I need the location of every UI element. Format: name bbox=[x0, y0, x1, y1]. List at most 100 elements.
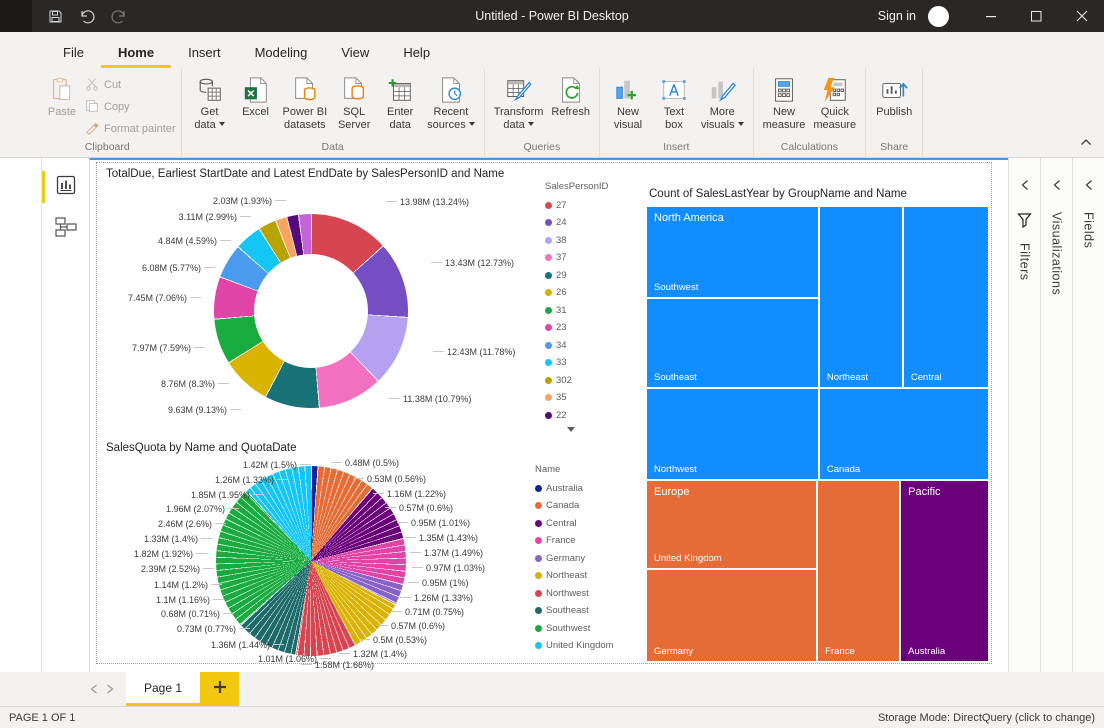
legend-item-34[interactable]: 34 bbox=[545, 339, 608, 351]
sql-server-button[interactable]: SQLServer bbox=[331, 73, 377, 132]
treemap-cell-australia[interactable]: PacificAustralia bbox=[900, 480, 989, 662]
enter-data-button[interactable]: Enterdata bbox=[377, 73, 423, 132]
legend-item-31[interactable]: 31 bbox=[545, 304, 608, 316]
data-label: 1.33M (1.4%) bbox=[144, 534, 212, 544]
treemap-cell-central[interactable]: Central bbox=[903, 206, 989, 388]
donut-chart[interactable] bbox=[214, 214, 408, 408]
save-icon[interactable] bbox=[48, 9, 63, 24]
new-measure-button[interactable]: Newmeasure bbox=[759, 73, 810, 132]
publish-button[interactable]: Publish bbox=[871, 73, 917, 119]
legend-item-united-kingdom[interactable]: United Kingdom bbox=[535, 640, 614, 652]
treemap-cell-united-kingdom[interactable]: EuropeUnited Kingdom bbox=[646, 480, 817, 569]
legend-item-27[interactable]: 27 bbox=[545, 199, 608, 211]
treemap-cell-southeast[interactable]: Southeast bbox=[646, 298, 819, 388]
expand-filters-icon[interactable] bbox=[1020, 178, 1030, 196]
filters-panel[interactable]: Filters bbox=[1008, 158, 1040, 672]
paste-button[interactable]: Paste bbox=[39, 73, 85, 119]
page-tab[interactable]: Page 1 bbox=[126, 672, 200, 706]
legend-item-central[interactable]: Central bbox=[535, 517, 614, 529]
group-label-insert: Insert bbox=[605, 140, 748, 157]
legend-item-australia[interactable]: Australia bbox=[535, 482, 614, 494]
visualizations-panel[interactable]: Visualizations bbox=[1040, 158, 1072, 672]
expand-visualizations-icon[interactable] bbox=[1052, 178, 1062, 196]
prev-page-button[interactable] bbox=[86, 672, 102, 706]
close-button[interactable] bbox=[1059, 0, 1104, 32]
treemap-cell-canada[interactable]: Canada bbox=[819, 388, 989, 480]
menu-tab-modeling[interactable]: Modeling bbox=[238, 37, 325, 68]
legend-label: Northeast bbox=[546, 570, 587, 581]
undo-icon[interactable] bbox=[79, 9, 95, 24]
text-box-button[interactable]: Textbox bbox=[651, 73, 697, 132]
legend-item-northwest[interactable]: Northwest bbox=[535, 587, 614, 599]
legend-item-germany[interactable]: Germany bbox=[535, 552, 614, 564]
treemap-cell-southwest[interactable]: North AmericaSouthwest bbox=[646, 206, 819, 298]
legend-dot bbox=[545, 412, 552, 419]
legend-item-33[interactable]: 33 bbox=[545, 357, 608, 369]
minimize-button[interactable] bbox=[969, 0, 1014, 32]
legend-dot bbox=[545, 202, 552, 209]
legend-dot bbox=[535, 502, 542, 509]
collapse-ribbon-icon[interactable] bbox=[1080, 133, 1092, 151]
legend-dot bbox=[545, 237, 552, 244]
add-page-button[interactable] bbox=[200, 672, 239, 706]
menu-tab-view[interactable]: View bbox=[324, 37, 386, 68]
legend-item-35[interactable]: 35 bbox=[545, 392, 608, 404]
more-visuals-button[interactable]: Morevisuals bbox=[697, 73, 748, 132]
legend-item-26[interactable]: 26 bbox=[545, 287, 608, 299]
treemap-cell-northwest[interactable]: Northwest bbox=[646, 388, 819, 480]
legend-item-302[interactable]: 302 bbox=[545, 374, 608, 386]
chevron-down-icon bbox=[219, 122, 225, 126]
legend-item-23[interactable]: 23 bbox=[545, 322, 608, 334]
menu-tab-insert[interactable]: Insert bbox=[171, 37, 238, 68]
sql-server-icon bbox=[340, 73, 368, 106]
treemap-cell-france[interactable]: France bbox=[817, 480, 900, 662]
ribbon-group-data: Getdata Excel Power BIdatasets SQLServer… bbox=[182, 68, 485, 157]
legend-item-france[interactable]: France bbox=[535, 535, 614, 547]
new-visual-button[interactable]: Newvisual bbox=[605, 73, 651, 132]
treemap-chart[interactable]: North AmericaSouthwestSoutheastNorthwest… bbox=[646, 206, 989, 662]
treemap-cell-northeast[interactable]: Northeast bbox=[819, 206, 903, 388]
treemap-cell-germany[interactable]: Germany bbox=[646, 569, 817, 662]
powerbi-datasets-button[interactable]: Power BIdatasets bbox=[279, 73, 332, 132]
new-visual-icon bbox=[614, 73, 642, 106]
account-avatar[interactable] bbox=[928, 6, 949, 27]
excel-button[interactable]: Excel bbox=[233, 73, 279, 119]
legend-scroll-down-icon[interactable] bbox=[567, 427, 575, 432]
sign-in-button[interactable]: Sign in bbox=[878, 9, 916, 23]
legend-item-29[interactable]: 29 bbox=[545, 269, 608, 281]
next-page-button[interactable] bbox=[102, 672, 118, 706]
maximize-button[interactable] bbox=[1014, 0, 1059, 32]
data-label: 1.85M (1.95%) bbox=[191, 490, 264, 500]
group-label-queries: Queries bbox=[490, 140, 594, 157]
menu-tab-file[interactable]: File bbox=[46, 37, 101, 68]
legend-item-northeast[interactable]: Northeast bbox=[535, 570, 614, 582]
quick-measure-button[interactable]: Quickmeasure bbox=[809, 73, 860, 132]
report-canvas[interactable]: TotalDue, Earliest StartDate and Latest … bbox=[89, 158, 1008, 672]
transform-data-button[interactable]: Transformdata bbox=[490, 73, 548, 132]
storage-mode-button[interactable]: Storage Mode: DirectQuery (click to chan… bbox=[878, 712, 1095, 724]
refresh-button[interactable]: Refresh bbox=[547, 73, 594, 119]
model-view-button[interactable] bbox=[50, 213, 82, 245]
format-painter-button[interactable]: Format painter bbox=[85, 120, 176, 138]
menu-tab-help[interactable]: Help bbox=[386, 37, 447, 68]
expand-fields-icon[interactable] bbox=[1084, 178, 1094, 196]
legend-item-southeast[interactable]: Southeast bbox=[535, 605, 614, 617]
get-data-button[interactable]: Getdata bbox=[187, 73, 233, 132]
report-page[interactable]: TotalDue, Earliest StartDate and Latest … bbox=[96, 162, 992, 664]
report-view-button[interactable] bbox=[50, 171, 82, 203]
legend-item-38[interactable]: 38 bbox=[545, 234, 608, 246]
copy-button[interactable]: Copy bbox=[85, 98, 176, 116]
legend-item-37[interactable]: 37 bbox=[545, 252, 608, 264]
cut-button[interactable]: Cut bbox=[85, 76, 176, 94]
legend-item-22[interactable]: 22 bbox=[545, 409, 608, 421]
legend-dot bbox=[545, 307, 552, 314]
menu-tab-home[interactable]: Home bbox=[101, 37, 171, 68]
get-data-icon bbox=[196, 73, 224, 106]
redo-icon[interactable] bbox=[111, 9, 127, 24]
recent-sources-button[interactable]: Recentsources bbox=[423, 73, 479, 132]
legend-item-southwest[interactable]: Southwest bbox=[535, 622, 614, 634]
fields-panel[interactable]: Fields bbox=[1072, 158, 1104, 672]
legend-item-24[interactable]: 24 bbox=[545, 217, 608, 229]
data-label: 0.57M (0.6%) bbox=[385, 503, 453, 513]
legend-item-canada[interactable]: Canada bbox=[535, 500, 614, 512]
